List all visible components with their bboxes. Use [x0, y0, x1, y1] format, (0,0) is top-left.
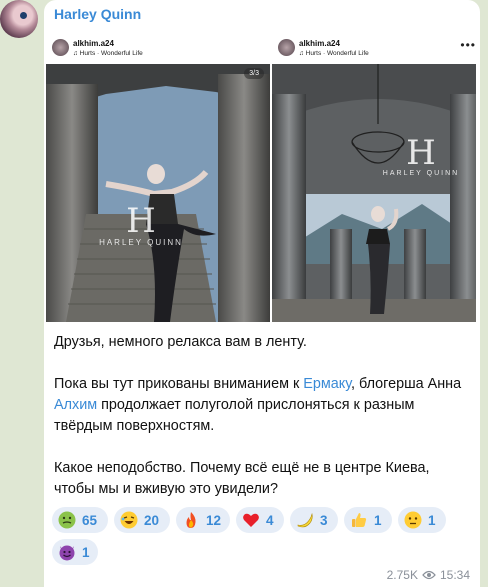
reaction-fire[interactable]: 12	[176, 507, 230, 533]
neutral-face-icon	[404, 511, 422, 529]
nauseated-face-icon	[58, 511, 76, 529]
logo-text: HARLEY QUINN	[382, 170, 460, 177]
caption-paragraph: Пока вы тут прикованы вниманием к Ермаку…	[54, 374, 464, 437]
reaction-heart[interactable]: 4	[236, 507, 284, 533]
logo-mark: H	[126, 201, 156, 241]
post-song: ♫ Hurts · Wonderful Life	[73, 50, 143, 57]
reaction-rofl[interactable]: 20	[114, 507, 170, 533]
red-heart-icon	[243, 513, 259, 527]
media-album[interactable]: alkhim.a24 ♫ Hurts · Wonderful Life 3/3 …	[46, 34, 476, 322]
post-avatar	[52, 39, 69, 56]
reaction-count: 3	[320, 512, 328, 528]
caption-text: продолжает полуголой прислоняться к разн…	[54, 397, 415, 434]
reaction-count: 1	[82, 544, 90, 560]
reaction-count: 20	[144, 512, 160, 528]
photo-counter: 3/3	[244, 68, 264, 79]
caption-text: , блогерша Анна	[350, 376, 462, 392]
caption-line: Друзья, немного релакса вам в ленту.	[54, 334, 307, 350]
post-username: alkhim.a24	[299, 39, 340, 48]
reaction-count: 65	[82, 512, 98, 528]
post-header: alkhim.a24 ♫ Hurts · Wonderful Life •••	[272, 34, 476, 64]
reaction-neutral[interactable]: 1	[398, 507, 446, 533]
fire-icon	[186, 512, 196, 528]
smiling-imp-icon	[59, 545, 75, 561]
photo-scene-1	[46, 64, 270, 322]
caption-paragraph: Какое неподобство. Почему всё ещё не в ц…	[54, 460, 430, 497]
watermark-logo: H HARLEY QUINN	[376, 136, 466, 177]
post-header: alkhim.a24 ♫ Hurts · Wonderful Life	[46, 34, 270, 64]
reaction-nauseated[interactable]: 65	[52, 507, 108, 533]
reaction-thumbs-up[interactable]: 1	[344, 507, 392, 533]
link-ermak[interactable]: Ермаку	[303, 376, 351, 392]
message-bubble: Harley Quinn alkhim.a24 ♫ Hurts · Wonder…	[44, 0, 480, 587]
photo-scene-2	[272, 64, 476, 322]
caption-text: Пока вы тут прикованы вниманием к	[54, 376, 304, 392]
reaction-count: 1	[428, 512, 436, 528]
logo-mark: H	[406, 133, 436, 173]
reaction-banana[interactable]: 3	[290, 507, 338, 533]
reaction-count: 1	[374, 512, 382, 528]
channel-avatar[interactable]	[0, 0, 38, 38]
media-photo-1[interactable]: alkhim.a24 ♫ Hurts · Wonderful Life 3/3 …	[46, 34, 270, 322]
message-time: 15:34	[439, 568, 470, 582]
photo-image: 3/3 H HARLEY QUINN	[46, 64, 270, 322]
reaction-count: 12	[206, 512, 222, 528]
rofl-face-icon	[120, 511, 138, 529]
thumbs-up-icon	[352, 513, 367, 527]
logo-text: HARLEY QUINN	[99, 238, 183, 247]
message-text: Друзья, немного релакса вам в ленту. Пок…	[54, 332, 464, 521]
media-photo-2[interactable]: alkhim.a24 ♫ Hurts · Wonderful Life •••	[272, 34, 476, 322]
more-options-icon[interactable]: •••	[460, 38, 476, 52]
message-meta: 2.75K 15:34	[387, 568, 470, 582]
eye-icon	[422, 570, 436, 580]
watermark-logo: H HARLEY QUINN	[86, 204, 196, 247]
banana-icon	[297, 512, 313, 528]
view-count: 2.75K	[386, 568, 418, 582]
photo-image: H HARLEY QUINN	[272, 64, 476, 322]
reaction-smiling-imp[interactable]: 1	[52, 539, 98, 565]
post-song: ♫ Hurts · Wonderful Life	[299, 50, 369, 57]
post-avatar	[278, 39, 295, 56]
reaction-count: 4	[266, 512, 274, 528]
author-name[interactable]: Harley Quinn	[54, 6, 141, 22]
post-username: alkhim.a24	[73, 39, 114, 48]
link-alkhim[interactable]: Алхим	[54, 397, 97, 413]
